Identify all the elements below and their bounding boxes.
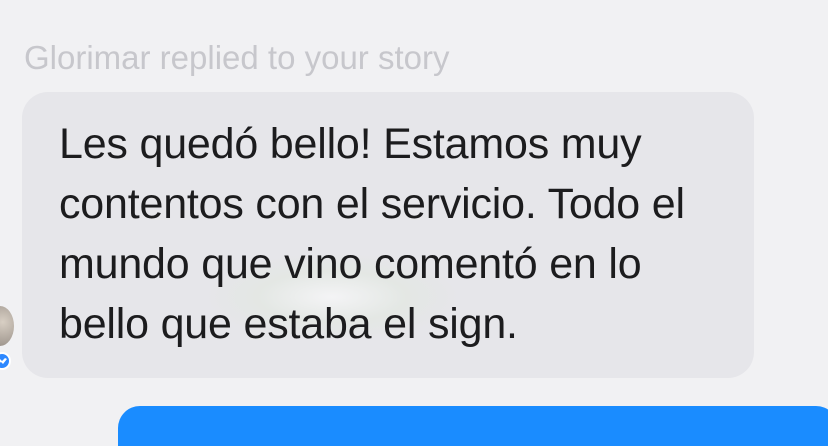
message-text: Les quedó bello! Estamos muy contentos c… — [59, 120, 685, 348]
messenger-badge-icon — [0, 352, 11, 370]
sent-message-bubble[interactable] — [118, 406, 828, 446]
messenger-bolt-icon — [0, 358, 7, 364]
received-message-bubble[interactable]: Les quedó bello! Estamos muy contentos c… — [22, 92, 754, 378]
contact-avatar[interactable] — [0, 306, 14, 346]
story-reply-label: Glorimar replied to your story — [24, 39, 450, 76]
